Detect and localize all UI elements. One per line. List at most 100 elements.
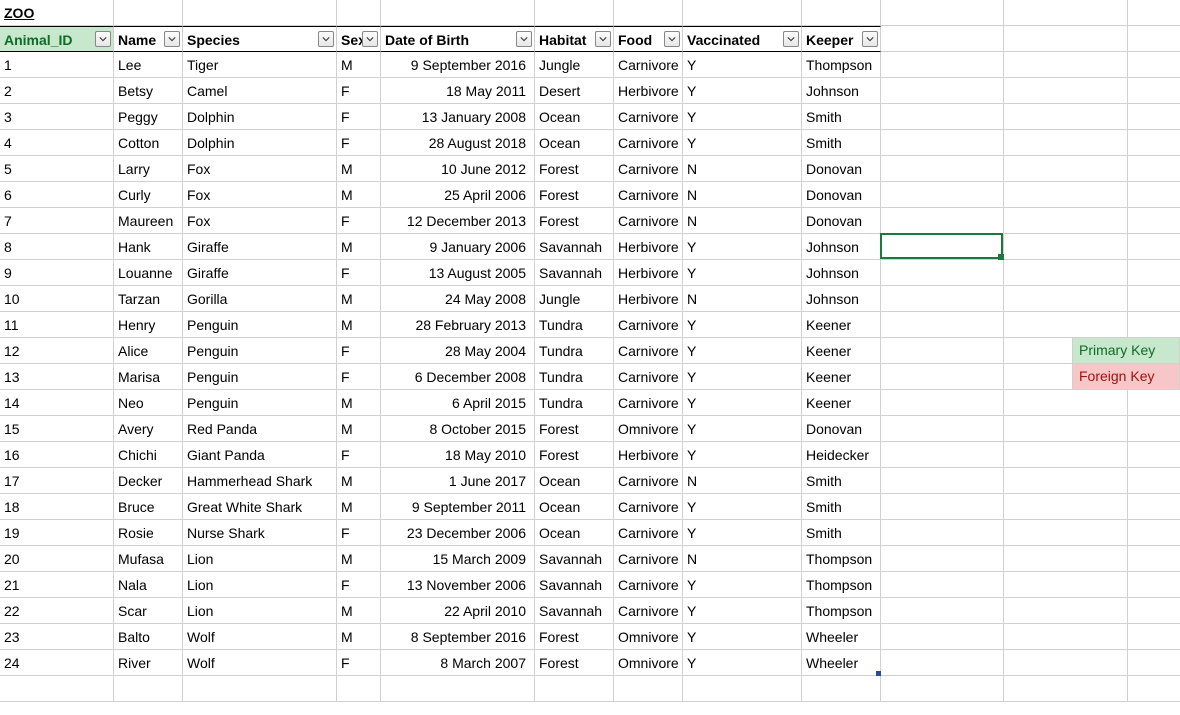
cell-dob[interactable]: 28 May 2004 <box>381 338 535 364</box>
cell-keeper[interactable]: Smith <box>802 494 881 520</box>
cell-sex[interactable]: F <box>337 520 381 546</box>
empty-cell[interactable] <box>881 598 1004 624</box>
cell-vac[interactable]: Y <box>683 442 802 468</box>
cell-species[interactable]: Fox <box>183 208 337 234</box>
cell-name[interactable]: Neo <box>114 390 183 416</box>
column-header-vaccinated[interactable]: Vaccinated <box>683 26 802 52</box>
cell-name[interactable]: Louanne <box>114 260 183 286</box>
empty-cell[interactable] <box>535 676 614 702</box>
empty-cell[interactable] <box>1004 416 1128 442</box>
cell-species[interactable]: Red Panda <box>183 416 337 442</box>
cell-sex[interactable]: F <box>337 130 381 156</box>
empty-cell[interactable] <box>1004 78 1128 104</box>
column-header-species[interactable]: Species <box>183 26 337 52</box>
cell-food[interactable]: Carnivore <box>614 338 683 364</box>
cell-sex[interactable]: M <box>337 598 381 624</box>
cell-dob[interactable]: 28 August 2018 <box>381 130 535 156</box>
cell-species[interactable]: Fox <box>183 156 337 182</box>
cell-name[interactable]: Avery <box>114 416 183 442</box>
cell-keeper[interactable]: Keener <box>802 390 881 416</box>
column-header-food[interactable]: Food <box>614 26 683 52</box>
empty-cell[interactable] <box>1004 598 1128 624</box>
filter-dropdown-button[interactable] <box>164 31 180 47</box>
empty-cell[interactable] <box>1128 0 1180 26</box>
empty-cell[interactable] <box>881 624 1004 650</box>
empty-cell[interactable] <box>1128 494 1180 520</box>
cell-vac[interactable]: Y <box>683 234 802 260</box>
cell-dob[interactable]: 8 September 2016 <box>381 624 535 650</box>
cell-sex[interactable]: M <box>337 416 381 442</box>
empty-cell[interactable] <box>1128 208 1180 234</box>
cell-id[interactable]: 21 <box>0 572 114 598</box>
cell-id[interactable]: 2 <box>0 78 114 104</box>
cell-name[interactable]: Alice <box>114 338 183 364</box>
empty-cell[interactable] <box>1128 104 1180 130</box>
cell-name[interactable]: Rosie <box>114 520 183 546</box>
empty-cell[interactable] <box>114 0 183 26</box>
empty-cell[interactable] <box>381 0 535 26</box>
cell-habitat[interactable]: Ocean <box>535 130 614 156</box>
cell-name[interactable]: Balto <box>114 624 183 650</box>
cell-dob[interactable]: 1 June 2017 <box>381 468 535 494</box>
cell-habitat[interactable]: Tundra <box>535 364 614 390</box>
empty-cell[interactable] <box>1004 442 1128 468</box>
empty-cell[interactable] <box>881 338 1004 364</box>
cell-vac[interactable]: Y <box>683 494 802 520</box>
cell-id[interactable]: 12 <box>0 338 114 364</box>
empty-cell[interactable] <box>1004 0 1128 26</box>
cell-keeper[interactable]: Johnson <box>802 78 881 104</box>
cell-vac[interactable]: Y <box>683 624 802 650</box>
cell-keeper[interactable]: Wheeler <box>802 624 881 650</box>
empty-cell[interactable] <box>614 0 683 26</box>
cell-name[interactable]: Henry <box>114 312 183 338</box>
empty-cell[interactable] <box>1004 676 1128 702</box>
cell-habitat[interactable]: Forest <box>535 156 614 182</box>
cell-species[interactable]: Wolf <box>183 624 337 650</box>
cell-food[interactable]: Carnivore <box>614 468 683 494</box>
cell-species[interactable]: Penguin <box>183 390 337 416</box>
cell-name[interactable]: Peggy <box>114 104 183 130</box>
cell-food[interactable]: Carnivore <box>614 390 683 416</box>
empty-cell[interactable] <box>1004 260 1128 286</box>
cell-keeper[interactable]: Keener <box>802 338 881 364</box>
cell-food[interactable]: Carnivore <box>614 572 683 598</box>
cell-sex[interactable]: M <box>337 182 381 208</box>
cell-id[interactable]: 19 <box>0 520 114 546</box>
empty-cell[interactable] <box>881 52 1004 78</box>
cell-sex[interactable]: F <box>337 442 381 468</box>
cell-name[interactable]: Bruce <box>114 494 183 520</box>
cell-habitat[interactable]: Savannah <box>535 260 614 286</box>
empty-cell[interactable] <box>535 0 614 26</box>
cell-vac[interactable]: Y <box>683 338 802 364</box>
cell-sex[interactable]: M <box>337 234 381 260</box>
cell-sex[interactable]: M <box>337 286 381 312</box>
empty-cell[interactable] <box>881 572 1004 598</box>
cell-keeper[interactable]: Heidecker <box>802 442 881 468</box>
empty-cell[interactable] <box>1004 156 1128 182</box>
cell-food[interactable]: Herbivore <box>614 442 683 468</box>
cell-id[interactable]: 15 <box>0 416 114 442</box>
cell-vac[interactable]: N <box>683 546 802 572</box>
cell-name[interactable]: Larry <box>114 156 183 182</box>
filter-dropdown-button[interactable] <box>516 31 532 47</box>
empty-cell[interactable] <box>381 676 535 702</box>
column-header-habitat[interactable]: Habitat <box>535 26 614 52</box>
cell-food[interactable]: Omnivore <box>614 624 683 650</box>
cell-habitat[interactable]: Jungle <box>535 52 614 78</box>
empty-cell[interactable] <box>1128 468 1180 494</box>
cell-species[interactable]: Dolphin <box>183 104 337 130</box>
cell-species[interactable]: Penguin <box>183 338 337 364</box>
cell-food[interactable]: Carnivore <box>614 598 683 624</box>
cell-dob[interactable]: 6 December 2008 <box>381 364 535 390</box>
cell-keeper[interactable]: Johnson <box>802 260 881 286</box>
empty-cell[interactable] <box>683 0 802 26</box>
cell-habitat[interactable]: Ocean <box>535 468 614 494</box>
empty-cell[interactable] <box>1004 104 1128 130</box>
cell-sex[interactable]: M <box>337 390 381 416</box>
cell-sex[interactable]: M <box>337 546 381 572</box>
cell-habitat[interactable]: Ocean <box>535 104 614 130</box>
empty-cell[interactable] <box>1004 572 1128 598</box>
cell-keeper[interactable]: Keener <box>802 364 881 390</box>
cell-food[interactable]: Carnivore <box>614 182 683 208</box>
cell-food[interactable]: Carnivore <box>614 208 683 234</box>
